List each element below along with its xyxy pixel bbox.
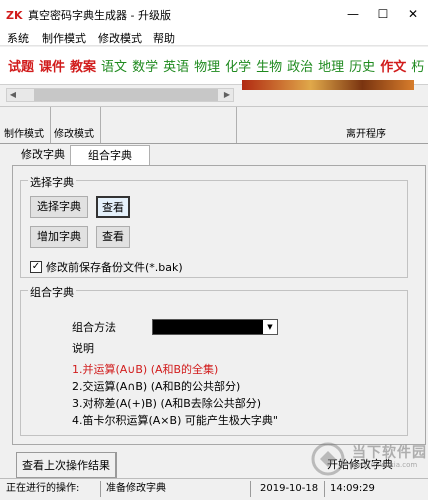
status-label: 正在进行的操作:: [6, 483, 80, 494]
subject-links: 试题 课件 教案 语文 数学 英语 物理 化学 生物 政治 地理 历史 作文朽: [8, 56, 428, 75]
description-label: 说明: [72, 342, 94, 355]
description-line-intersection: 2.交运算(A∩B) (A和B的公共部分): [72, 380, 241, 393]
subject-link[interactable]: 政治: [287, 56, 313, 75]
menu-edit-mode[interactable]: 修改模式: [98, 30, 142, 46]
subject-link[interactable]: 英语: [163, 56, 189, 75]
status-time: 14:09:29: [330, 483, 375, 494]
view-button-2[interactable]: 查看: [96, 226, 130, 248]
bottom-separator: [116, 452, 117, 478]
combine-group-title: 组合字典: [28, 284, 76, 300]
subject-link[interactable]: 作文: [380, 56, 406, 75]
subject-link[interactable]: 数学: [132, 56, 158, 75]
description-line-union: 1.并运算(A∪B) (A和B的全集): [72, 363, 219, 376]
add-dictionary-button[interactable]: 增加字典: [30, 226, 88, 248]
view-button-1[interactable]: 查看: [96, 196, 130, 218]
scroll-right-icon[interactable]: ▶: [220, 88, 234, 102]
close-button[interactable]: ✕: [398, 0, 428, 28]
make-mode-button[interactable]: 制作模式: [4, 107, 44, 143]
minimize-button[interactable]: —: [338, 0, 368, 28]
edit-mode-button[interactable]: 修改模式: [54, 107, 94, 143]
maximize-button[interactable]: ☐: [368, 0, 398, 28]
chevron-down-icon[interactable]: ▼: [263, 320, 277, 334]
scroll-left-icon[interactable]: ◀: [6, 88, 20, 102]
mode-separator: [50, 107, 51, 143]
subject-link[interactable]: 物理: [194, 56, 220, 75]
scrollbar-thumb[interactable]: [34, 89, 218, 101]
subject-link[interactable]: 地理: [318, 56, 344, 75]
status-separator: [100, 481, 101, 497]
status-date: 2019-10-18: [260, 483, 319, 494]
subject-link[interactable]: 课件: [39, 56, 65, 75]
combine-method-select[interactable]: [152, 319, 278, 335]
watermark-url: www.downxia.com: [352, 461, 418, 469]
subject-link[interactable]: 化学: [225, 56, 251, 75]
tab-combine-dictionary[interactable]: 组合字典: [70, 145, 150, 165]
subject-link[interactable]: 语文: [101, 56, 127, 75]
mode-separator: [236, 107, 237, 143]
backup-checkbox[interactable]: ✓: [30, 261, 42, 273]
watermark-text: 当下软件园: [352, 445, 427, 461]
menu-system[interactable]: 系统: [7, 30, 29, 46]
view-last-result-button[interactable]: 查看上次操作结果: [16, 452, 116, 478]
select-dictionary-button[interactable]: 选择字典: [30, 196, 88, 218]
banner-image: [242, 80, 414, 90]
status-separator: [324, 481, 325, 497]
status-separator: [250, 481, 251, 497]
app-logo-icon: ZK: [6, 7, 24, 22]
description-line-symmetric: 3.对称差(A(+)B) (A和B去除公共部分): [72, 397, 262, 410]
menu-help[interactable]: 帮助: [153, 30, 175, 46]
mode-separator: [100, 107, 101, 143]
description-line-cartesian: 4.笛卡尔积运算(A×B) 可能产生极大字典": [72, 414, 278, 427]
svg-text:ZK: ZK: [6, 9, 23, 21]
backup-checkbox-label: 修改前保存备份文件(*.bak): [46, 261, 183, 274]
menu-make-mode[interactable]: 制作模式: [42, 30, 86, 46]
combine-method-label: 组合方法: [72, 321, 116, 334]
subject-link[interactable]: 生物: [256, 56, 282, 75]
status-operation: 准备修改字典: [106, 483, 166, 494]
select-group-title: 选择字典: [28, 174, 76, 190]
tab-edit-dictionary[interactable]: 修改字典: [16, 145, 70, 165]
subject-link[interactable]: 试题: [8, 56, 34, 75]
window-title: 真空密码字典生成器 - 升级版: [28, 9, 171, 22]
subject-link[interactable]: 教案: [70, 56, 96, 75]
subject-link[interactable]: 历史: [349, 56, 375, 75]
subject-link[interactable]: 朽: [411, 56, 424, 75]
exit-button[interactable]: 离开程序: [346, 107, 386, 143]
